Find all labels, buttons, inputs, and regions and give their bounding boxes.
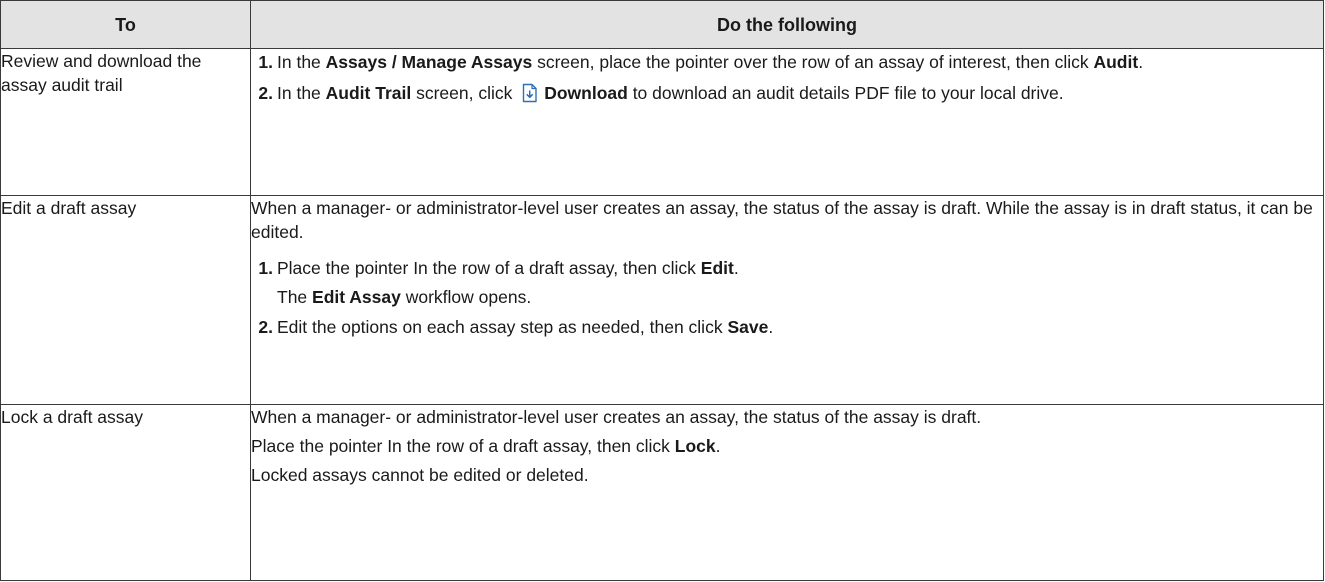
- step-result: The Edit Assay workflow opens.: [277, 285, 1323, 309]
- step-text: .: [715, 436, 721, 456]
- table-row-edit-draft: Edit a draft assay When a manager- or ad…: [0, 195, 1324, 405]
- download-label: Download: [544, 83, 628, 103]
- screen-name-assays-manage-assays: Assays / Manage Assays: [325, 52, 533, 72]
- paragraph: Locked assays cannot be edited or delete…: [251, 465, 589, 485]
- step-number: 1.: [258, 258, 273, 278]
- step-text: The: [277, 287, 313, 307]
- to-cell: Lock a draft assay: [0, 404, 251, 581]
- to-cell: Edit a draft assay: [0, 195, 251, 405]
- do-cell: When a manager- or administrator-level u…: [250, 404, 1324, 581]
- step-text: Place the pointer In the row of a draft …: [251, 436, 675, 456]
- to-cell: Review and download the assay audit trai…: [0, 48, 251, 196]
- step-text: .: [768, 317, 774, 337]
- step-text: screen, place the pointer over the row o…: [532, 52, 1094, 72]
- table-header-row: To Do the following: [0, 0, 1324, 49]
- lock-label: Lock: [674, 436, 716, 456]
- step-text: In the: [277, 83, 326, 103]
- header-do-the-following: Do the following: [250, 0, 1324, 49]
- paragraph: Place the pointer In the row of a draft …: [251, 434, 1323, 458]
- step-number: 2.: [258, 83, 273, 103]
- audit-label: Audit: [1093, 52, 1139, 72]
- step-number: 2.: [258, 317, 273, 337]
- table-row-lock-draft: Lock a draft assay When a manager- or ad…: [0, 404, 1324, 581]
- edit-label: Edit: [700, 258, 734, 278]
- step-text: workflow opens.: [400, 287, 532, 307]
- list-item: 2. In the Audit Trail screen, click Down…: [251, 81, 1323, 105]
- step-text: Edit the options on each assay step as n…: [277, 317, 728, 337]
- step-text: screen, click: [411, 83, 518, 103]
- screen-name-audit-trail: Audit Trail: [325, 83, 412, 103]
- list-item: 2. Edit the options on each assay step a…: [251, 315, 1323, 339]
- step-text: .: [733, 258, 739, 278]
- step-text: to download an audit details PDF file to…: [627, 83, 1064, 103]
- do-cell: 1. In the Assays / Manage Assays screen,…: [250, 48, 1324, 196]
- intro-paragraph: When a manager- or administrator-level u…: [251, 198, 1313, 242]
- paragraph: When a manager- or administrator-level u…: [251, 407, 982, 427]
- steps-list: 1. In the Assays / Manage Assays screen,…: [251, 50, 1323, 105]
- edit-assay-label: Edit Assay: [312, 287, 401, 307]
- step-text: .: [1138, 52, 1144, 72]
- header-to: To: [0, 0, 251, 49]
- procedure-table: To Do the following Review and download …: [0, 0, 1324, 581]
- save-label: Save: [727, 317, 769, 337]
- table-row-review-download: Review and download the assay audit trai…: [0, 48, 1324, 196]
- steps-list: 1. Place the pointer In the row of a dra…: [251, 256, 1323, 339]
- step-text: Place the pointer In the row of a draft …: [277, 258, 701, 278]
- do-cell: When a manager- or administrator-level u…: [250, 195, 1324, 405]
- list-item: 1. Place the pointer In the row of a dra…: [251, 256, 1323, 309]
- download-file-icon: [523, 83, 537, 103]
- step-number: 1.: [258, 52, 273, 72]
- step-text: In the: [277, 52, 326, 72]
- list-item: 1. In the Assays / Manage Assays screen,…: [251, 50, 1323, 74]
